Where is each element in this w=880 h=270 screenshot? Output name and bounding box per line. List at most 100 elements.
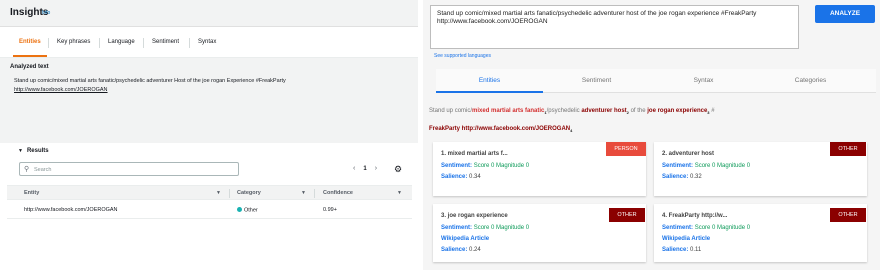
column-divider <box>314 189 315 198</box>
column-entity[interactable]: Entity <box>24 190 39 196</box>
insights-header: Insights Info <box>0 0 418 27</box>
score-value: Score 0 <box>473 163 495 169</box>
search-icon: ⚲ <box>24 166 30 173</box>
tab-language[interactable]: Language <box>108 39 135 45</box>
tab-sentiment[interactable]: Sentiment <box>152 39 179 45</box>
search-input[interactable] <box>34 165 234 174</box>
magnitude-value: Magnitude 0 <box>496 163 530 169</box>
salience-value: 0.11 <box>690 247 702 253</box>
sort-down-icon[interactable]: ▼ <box>397 190 402 196</box>
entity-card-title: 3. joe rogan experience <box>441 213 508 219</box>
salience-label: Salience: <box>662 174 689 180</box>
sentiment-label: Sentiment: <box>662 163 694 169</box>
salience-line: Salience: 0.24 <box>441 247 481 253</box>
salience-line: Salience: 0.11 <box>662 247 701 253</box>
text-input-area[interactable]: Stand up comic/mixed martial arts fanati… <box>430 5 799 49</box>
table-row[interactable]: http://www.facebook.com/JOEROGAN Other 0… <box>7 201 412 219</box>
confidence-cell: 0.99+ <box>323 207 337 213</box>
salience-value: 0.34 <box>469 174 481 180</box>
sort-down-icon[interactable]: ▼ <box>216 190 221 196</box>
column-divider <box>229 189 230 198</box>
entity-cell: http://www.facebook.com/JOEROGAN <box>24 207 118 213</box>
entity-type-badge: OTHER <box>830 208 866 222</box>
wikipedia-link[interactable]: Wikipedia Article <box>662 236 710 242</box>
plain-text: /psychedelic <box>546 108 582 114</box>
annotated-entity-text: Stand up comic/mixed martial arts fanati… <box>429 103 874 139</box>
gear-icon[interactable]: ⚙ <box>394 164 402 175</box>
analysis-tabs: Entities Sentiment Syntax Categories <box>436 69 876 93</box>
analyzed-text-label: Analyzed text <box>10 64 49 70</box>
tab-entities[interactable]: Entities <box>436 69 543 93</box>
entity-card: 2. adventurer host OTHER Sentiment: Scor… <box>654 142 867 196</box>
entity-highlight[interactable]: FreakParty http://www.facebook.com/JOERO… <box>429 126 570 132</box>
tab-divider <box>48 38 49 48</box>
salience-value: 0.24 <box>469 247 481 253</box>
tab-sentiment[interactable]: Sentiment <box>543 69 650 93</box>
tab-divider <box>99 38 100 48</box>
wikipedia-link[interactable]: Wikipedia Article <box>441 236 489 242</box>
salience-label: Salience: <box>441 247 468 253</box>
entity-card: 1. mixed martial arts f... PERSON Sentim… <box>433 142 646 196</box>
results-search: ⚲ <box>19 162 239 176</box>
column-confidence[interactable]: Confidence <box>323 190 353 196</box>
supported-languages-link[interactable]: See supported languages <box>434 53 491 59</box>
entity-card-title: 1. mixed martial arts f... <box>441 151 508 157</box>
sentiment-line: Sentiment: Score 0 Magnitude 0 <box>662 163 750 169</box>
category-dot-icon <box>237 207 242 212</box>
entity-type-badge: OTHER <box>830 142 866 156</box>
salience-label: Salience: <box>662 247 689 253</box>
plain-text: of the <box>628 108 648 114</box>
score-value: Score 0 <box>694 225 716 231</box>
score-value: Score 0 <box>473 225 495 231</box>
entity-type-badge: OTHER <box>609 208 645 222</box>
tab-syntax[interactable]: Syntax <box>650 69 757 93</box>
entity-highlight[interactable]: joe rogan experience <box>647 108 707 114</box>
magnitude-value: Magnitude 0 <box>717 163 751 169</box>
sentiment-line: Sentiment: Score 0 Magnitude 0 <box>441 163 529 169</box>
current-page[interactable]: 1 <box>363 166 366 172</box>
analyze-button[interactable]: ANALYZE <box>815 5 875 23</box>
tab-divider <box>189 38 190 48</box>
tab-syntax[interactable]: Syntax <box>198 39 216 45</box>
column-category[interactable]: Category <box>237 190 261 196</box>
magnitude-value: Magnitude 0 <box>496 225 530 231</box>
entity-card-title: 2. adventurer host <box>662 151 715 157</box>
prev-page-icon[interactable]: ‹ <box>353 165 355 172</box>
entity-card-title: 4. FreakParty http://w... <box>662 213 728 219</box>
sentiment-line: Sentiment: Score 0 Magnitude 0 <box>662 225 750 231</box>
info-link[interactable]: Info <box>42 10 50 16</box>
analyzed-text-link[interactable]: http://www.facebook.com/JOEROGAN <box>14 87 108 93</box>
category-value: Other <box>244 207 258 214</box>
sentiment-line: Sentiment: Score 0 Magnitude 0 <box>441 225 529 231</box>
google-nl-panel: Stand up comic/mixed martial arts fanati… <box>423 0 880 270</box>
results-toggle[interactable]: ▼ Results <box>18 148 49 154</box>
plain-text: # <box>709 108 715 114</box>
tab-categories[interactable]: Categories <box>757 69 864 93</box>
next-page-icon[interactable]: › <box>375 165 377 172</box>
tab-divider <box>143 38 144 48</box>
sentiment-label: Sentiment: <box>441 163 473 169</box>
analyzed-text-body: Stand up comic/mixed martial arts fanati… <box>14 78 286 84</box>
results-title: Results <box>26 148 49 154</box>
score-value: Score 0 <box>694 163 716 169</box>
entity-card: 4. FreakParty http://w... OTHER Sentimen… <box>654 204 867 262</box>
active-tab-indicator <box>13 55 47 57</box>
salience-line: Salience: 0.32 <box>662 174 702 180</box>
caret-down-icon: ▼ <box>18 148 23 154</box>
sentiment-label: Sentiment: <box>662 225 694 231</box>
plain-text: Stand up comic/ <box>429 108 473 114</box>
salience-value: 0.32 <box>690 174 702 180</box>
salience-label: Salience: <box>441 174 468 180</box>
entity-type-badge: PERSON <box>606 142 646 156</box>
insights-tabs: Entities Key phrases Language Sentiment … <box>0 28 418 58</box>
sentiment-label: Sentiment: <box>441 225 473 231</box>
tab-entities[interactable]: Entities <box>19 39 41 45</box>
results-section: ▼Results ⚲ ‹1› ⚙ Entity ▼ Category ▼ Con… <box>7 143 412 233</box>
sort-down-icon[interactable]: ▼ <box>301 190 306 196</box>
pagination: ‹ 1 › <box>349 165 381 172</box>
entity-highlight[interactable]: mixed martial arts fanatic <box>472 108 544 114</box>
tab-key-phrases[interactable]: Key phrases <box>57 39 90 45</box>
entity-highlight[interactable]: adventurer host <box>581 108 626 114</box>
aws-comprehend-panel: Insights Info Entities Key phrases Langu… <box>0 0 418 270</box>
results-table-header: Entity ▼ Category ▼ Confidence ▼ <box>7 185 412 200</box>
